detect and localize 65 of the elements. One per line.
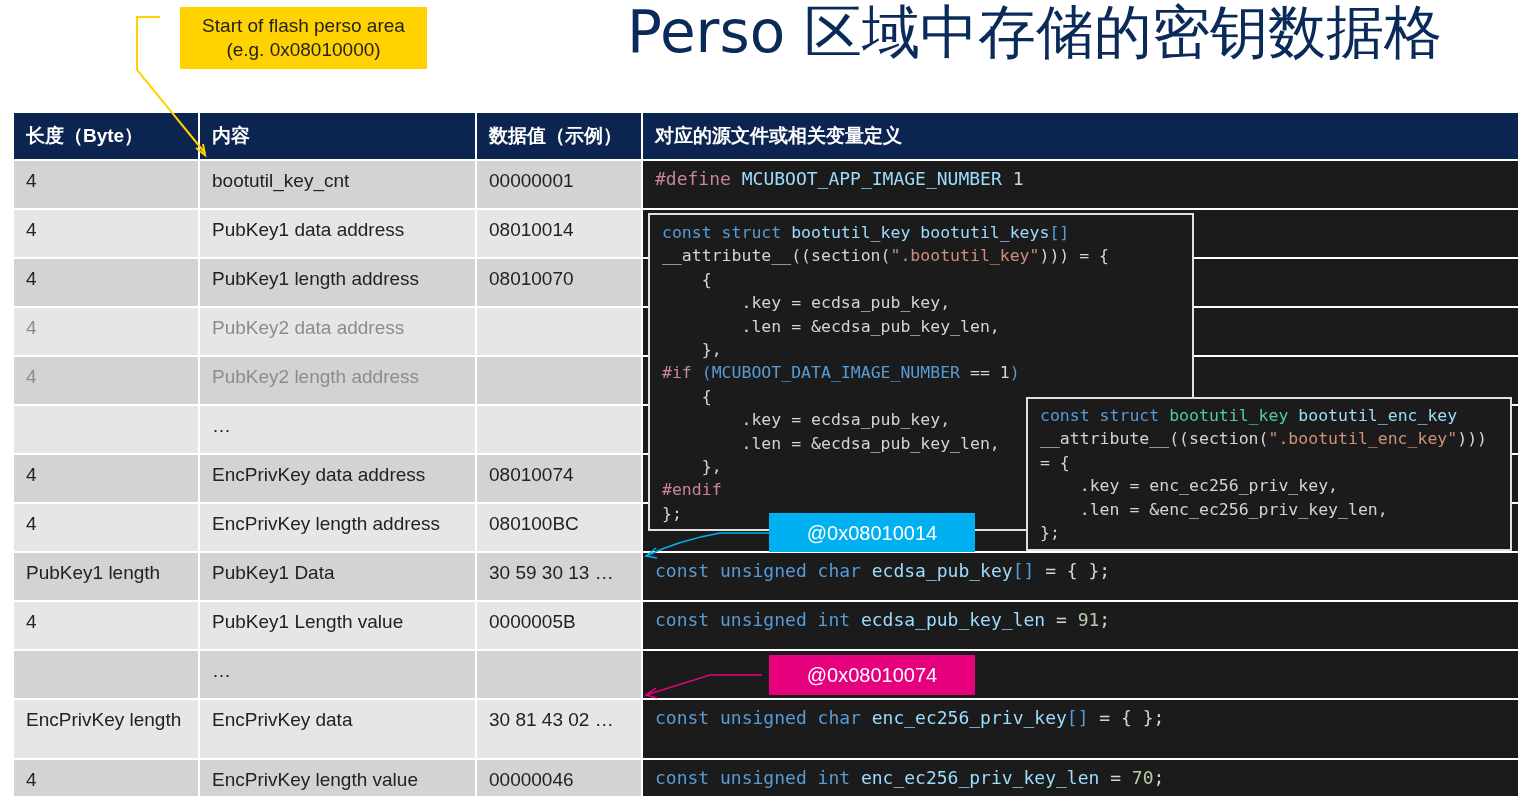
code-line: .len = &ecdsa_pub_key_len, — [740, 315, 1000, 338]
code-line: { — [700, 385, 712, 408]
table-cell: bootutil_key_cnt — [200, 161, 475, 208]
code-line: .key = ecdsa_pub_key, — [740, 409, 951, 432]
table-cell: 4 — [14, 602, 198, 649]
code-line: .key = ecdsa_pub_key, — [740, 292, 951, 315]
table-cell: 08010070 — [477, 259, 641, 306]
table-cell: 4 — [14, 455, 198, 502]
table-cell: 00000046 — [477, 760, 641, 796]
table-cell: PubKey1 Length value — [200, 602, 475, 649]
callout-label: @0x08010074 — [769, 655, 975, 695]
code-line: }, — [700, 456, 722, 479]
callout-label: @0x08010014 — [769, 513, 975, 552]
table-cell: 4 — [14, 308, 198, 355]
code-line: = { — [1040, 451, 1070, 474]
table-cell: PubKey1 Data — [200, 553, 475, 600]
table-cell: EncPrivKey length address — [200, 504, 475, 551]
code-line: __attribute__((section(".bootutil_enc_key"))) — [1040, 428, 1488, 451]
code-line: __attribute__((section(".bootutil_key"))) = { — [662, 245, 1110, 268]
column-header: 长度（Byte） — [14, 113, 198, 159]
code-line: const unsigned char ecdsa_pub_key[] = { }; — [655, 559, 1111, 583]
table-cell: 30 81 43 02 … — [477, 700, 641, 758]
table-cell: PubKey1 length address — [200, 259, 475, 306]
code-line: #endif — [662, 479, 722, 502]
table-cell: EncPrivKey length value — [200, 760, 475, 796]
table-cell: EncPrivKey data address — [200, 455, 475, 502]
code-line: { — [700, 268, 712, 291]
column-header: 内容 — [200, 113, 475, 159]
code-line: }, — [700, 339, 722, 362]
slide-title: Perso 区域中存储的密钥数据格 — [627, 0, 1442, 64]
table-cell: PubKey1 data address — [200, 210, 475, 257]
column-header: 数据值（示例） — [477, 113, 641, 159]
table-cell: 00000001 — [477, 161, 641, 208]
table-cell: 4 — [14, 357, 198, 404]
table-cell: 4 — [14, 504, 198, 551]
code-line: .len = &enc_ec256_priv_key_len, — [1078, 498, 1388, 521]
callout-label: Start of flash perso area (e.g. 0x08010000) — [180, 7, 427, 69]
table-cell: EncPrivKey data — [200, 700, 475, 758]
table-cell: 0000005B — [477, 602, 641, 649]
code-line: #if (MCUBOOT_DATA_IMAGE_NUMBER == 1) — [662, 362, 1020, 385]
table-cell: 4 — [14, 760, 198, 796]
table-cell: 30 59 30 13 … — [477, 553, 641, 600]
table-cell: 08010014 — [477, 210, 641, 257]
code-line: const unsigned int enc_ec256_priv_key_len = 70; — [655, 766, 1165, 790]
table-cell: 08010074 — [477, 455, 641, 502]
column-header: 对应的源文件或相关变量定义 — [643, 113, 1518, 159]
code-line: .len = &ecdsa_pub_key_len, — [740, 432, 1000, 455]
code-line: }; — [1040, 522, 1060, 545]
table-cell: 4 — [14, 259, 198, 306]
code-line: .key = enc_ec256_priv_key, — [1078, 475, 1338, 498]
code-line: const unsigned char enc_ec256_priv_key[] = { }; — [655, 706, 1165, 730]
table-cell: EncPrivKey length — [14, 700, 198, 758]
code-line: const unsigned int ecdsa_pub_key_len = 91; — [655, 608, 1111, 632]
code-line: const struct bootutil_key bootutil_enc_key — [1040, 405, 1458, 427]
table-cell: PubKey2 data address — [200, 308, 475, 355]
table-cell: … — [200, 651, 475, 698]
code-line: const struct bootutil_key bootutil_keys[] — [662, 222, 1070, 244]
table-cell: 4 — [14, 161, 198, 208]
table-cell: … — [200, 406, 475, 453]
code-line: }; — [662, 502, 682, 525]
table-cell: 4 — [14, 210, 198, 257]
table-cell: 080100BC — [477, 504, 641, 551]
table-cell: PubKey2 length address — [200, 357, 475, 404]
table-cell: PubKey1 length — [14, 553, 198, 600]
code-line: #define MCUBOOT_APP_IMAGE_NUMBER 1 — [655, 167, 1024, 191]
